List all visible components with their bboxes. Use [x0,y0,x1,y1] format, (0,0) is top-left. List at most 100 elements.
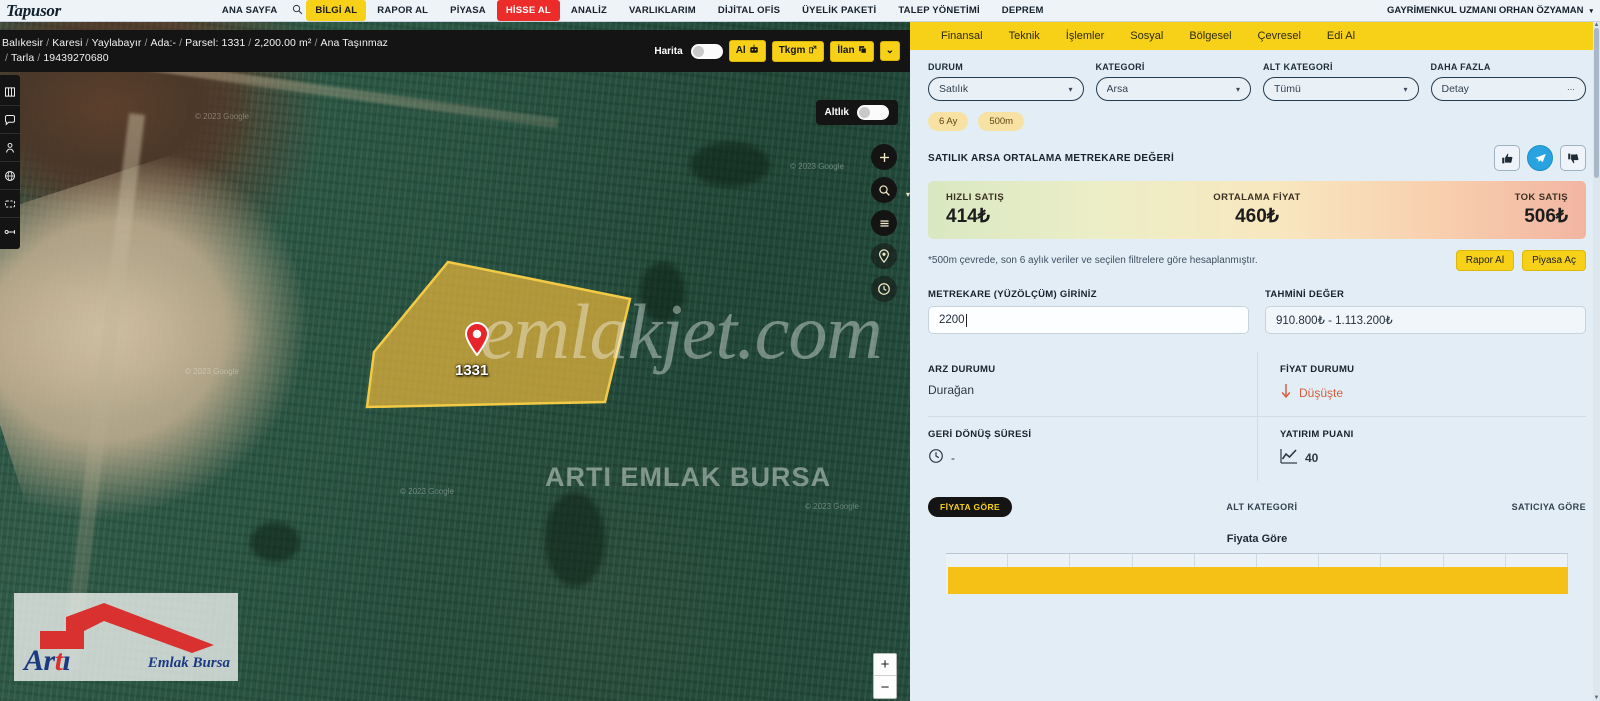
filter-alt-kategori-select[interactable]: Tümü ▾ [1263,77,1419,101]
stat-fiyat-durumu-label: FİYAT DURUMU [1280,364,1355,375]
nav-item-dijital-ofis[interactable]: DİJİTAL OFİS [707,0,791,21]
map-treeline [250,522,300,562]
text-caret [965,313,967,327]
tab-sosyal[interactable]: Sosyal [1117,22,1176,50]
scrollbar-thumb[interactable] [1594,28,1599,178]
tab-cevresel[interactable]: Çevresel [1245,22,1314,50]
map-treeline [545,492,605,587]
filter-durum-select[interactable]: Satılık ▾ [928,77,1084,101]
menu-icon[interactable] [871,210,897,236]
app-root: Tapusor ANA SAYFA BİLGİ AL RAPOR AL PİYA… [0,0,1600,701]
harita-toggle[interactable] [690,43,723,59]
ilan-button[interactable]: İlan [830,40,874,62]
stat-fiyat-durumu: FİYAT DURUMU Düşüşte [1257,352,1586,417]
segment-ortalama-fiyat-value: 460₺ [1235,206,1279,227]
person-pin-icon[interactable] [0,134,20,162]
chip-period[interactable]: 6 Ay [928,112,969,131]
search-icon[interactable] [288,4,306,18]
location-pin-icon[interactable] [871,243,897,269]
map-more-dropdown[interactable]: ⌄ [879,41,900,61]
ilan-button-label: İlan [837,45,855,56]
tab-teknik[interactable]: Teknik [996,22,1053,50]
nav-items: ANA SAYFA BİLGİ AL RAPOR AL PİYASA HİSSE… [211,0,1055,21]
nav-item-piyasa[interactable]: PİYASA [439,0,497,21]
tab-edi-al[interactable]: Edi Al [1314,22,1368,50]
ruler-icon[interactable] [0,218,20,246]
value-card-header: SATILIK ARSA ORTALAMA METREKARE DEĞERİ [928,145,1586,171]
clock-icon [928,448,944,467]
tkgm-button[interactable]: Tkgm [771,40,825,62]
tab-bolgesel[interactable]: Bölgesel [1176,22,1244,50]
chevron-down-icon: ▾ [1589,7,1593,15]
zoom-out-button[interactable]: − [874,676,896,698]
breadcrumb-mahalle[interactable]: Yaylabayır [92,37,142,49]
breadcrumb-ilce[interactable]: Karesi [52,37,82,49]
value-card-actions [1494,145,1586,171]
stat-yatirim-puani: YATIRIM PUANI 40 [1257,417,1586,481]
map-pane[interactable]: © 2023 Google © 2023 Google © 2023 Googl… [0,22,910,701]
piyasa-ac-button[interactable]: Piyasa Aç [1522,250,1586,271]
arrow-down-icon [1280,383,1292,402]
metrekare-input[interactable]: 2200 [928,306,1249,334]
segment-fiyata-gore[interactable]: FİYATA GÖRE [928,497,1013,517]
telegram-icon[interactable] [1527,145,1553,171]
chevron-down-icon: ▾ [1068,84,1073,94]
map-toolbar: Harita Al Tkgm İlan ⌄ [654,40,910,62]
panel-scrollbar[interactable]: ▲ ▼ [1593,22,1600,701]
segment-alt-kategori[interactable]: ALT KATEGORİ [1012,502,1511,512]
filter-kategori-select[interactable]: Arsa ▾ [1095,77,1251,101]
scroll-down-arrow[interactable]: ▼ [1593,695,1600,701]
filter-durum: DURUM Satılık ▾ [928,62,1084,101]
map-zoom-controls: + − [873,653,897,699]
account-menu[interactable]: GAYRİMENKUL UZMANI ORHAN ÖZYAMAN ▾ [1387,5,1600,16]
nav-item-ana-sayfa[interactable]: ANA SAYFA [211,0,288,21]
layers-icon[interactable] [0,78,20,106]
altlik-toggle[interactable] [857,105,889,120]
nav-item-uyelik-paketi[interactable]: ÜYELİK PAKETİ [791,0,887,21]
zoom-in-button[interactable]: + [874,654,896,676]
stat-geri-donus-value: - [951,450,955,465]
filter-daha-fazla-value: Detay [1441,83,1469,95]
panel-body: DURUM Satılık ▾ KATEGORİ Arsa ▾ ALT KATE… [910,50,1600,701]
filter-daha-fazla-select[interactable]: Detay ⋯ [1430,77,1586,101]
plus-icon[interactable] [871,144,897,170]
rapor-al-button[interactable]: Rapor Al [1455,250,1515,271]
filter-durum-label: DURUM [928,62,963,72]
trend-up-icon [1280,448,1298,467]
nav-item-talep-yonetimi[interactable]: TALEP YÖNETİMİ [887,0,990,21]
stats-grid: ARZ DURUMU Durağan FİYAT DURUMU Düşüşte … [928,352,1586,481]
map-controls [871,144,897,302]
stat-arz-durumu-value: Durağan [928,383,975,397]
thumbs-up-icon[interactable] [1494,145,1520,171]
map-watermark-secondary: ARTI EMLAK BURSA [545,462,831,492]
filter-row: DURUM Satılık ▾ KATEGORİ Arsa ▾ ALT KATE… [928,62,1586,101]
tab-islemler[interactable]: İşlemler [1053,22,1118,50]
nav-item-varliklarim[interactable]: VARLIKLARIM [618,0,707,21]
nav-item-rapor-al[interactable]: RAPOR AL [366,0,439,21]
thumbs-down-icon[interactable] [1560,145,1586,171]
history-clock-icon[interactable] [871,276,897,302]
average-value-card: SATILIK ARSA ORTALAMA METREKARE DEĞERİ H… [928,145,1586,271]
nav-item-hisse-al[interactable]: HİSSE AL [496,0,560,21]
globe-icon[interactable] [0,162,20,190]
segment-saticiya-gore[interactable]: SATICIYA GÖRE [1512,502,1586,512]
nav-item-bilgi-al[interactable]: BİLGİ AL [306,0,367,21]
crop-icon[interactable] [0,190,20,218]
nav-item-analiz[interactable]: ANALİZ [560,0,618,21]
parcel-marker-pin[interactable] [464,322,490,357]
comment-icon[interactable] [0,106,20,134]
tab-finansal[interactable]: Finansal [928,22,996,50]
altlik-control: Altlık [815,100,898,125]
agency-logo-watermark: Artı Emlak Bursa [14,593,238,681]
calculation-note: *500m çevrede, son 6 aylık veriler ve se… [928,255,1258,266]
al-button[interactable]: Al [728,40,766,62]
breadcrumb-bar: Balıkesir / Karesi / Yaylabayır / Ada:- / Parsel… [0,30,910,72]
breadcrumb-alan: 2,200.00 m² [254,37,312,49]
stat-fiyat-durumu-row: Düşüşte [1280,383,1572,402]
nav-item-deprem[interactable]: DEPREM [991,0,1055,21]
app-logo[interactable]: Tapusor [0,1,61,21]
breadcrumb-nitelik: Ana Taşınmaz [320,37,389,49]
search-icon[interactable] [871,177,897,203]
breadcrumb-il[interactable]: Balıkesir [2,37,43,49]
chip-radius[interactable]: 500m [978,112,1025,131]
